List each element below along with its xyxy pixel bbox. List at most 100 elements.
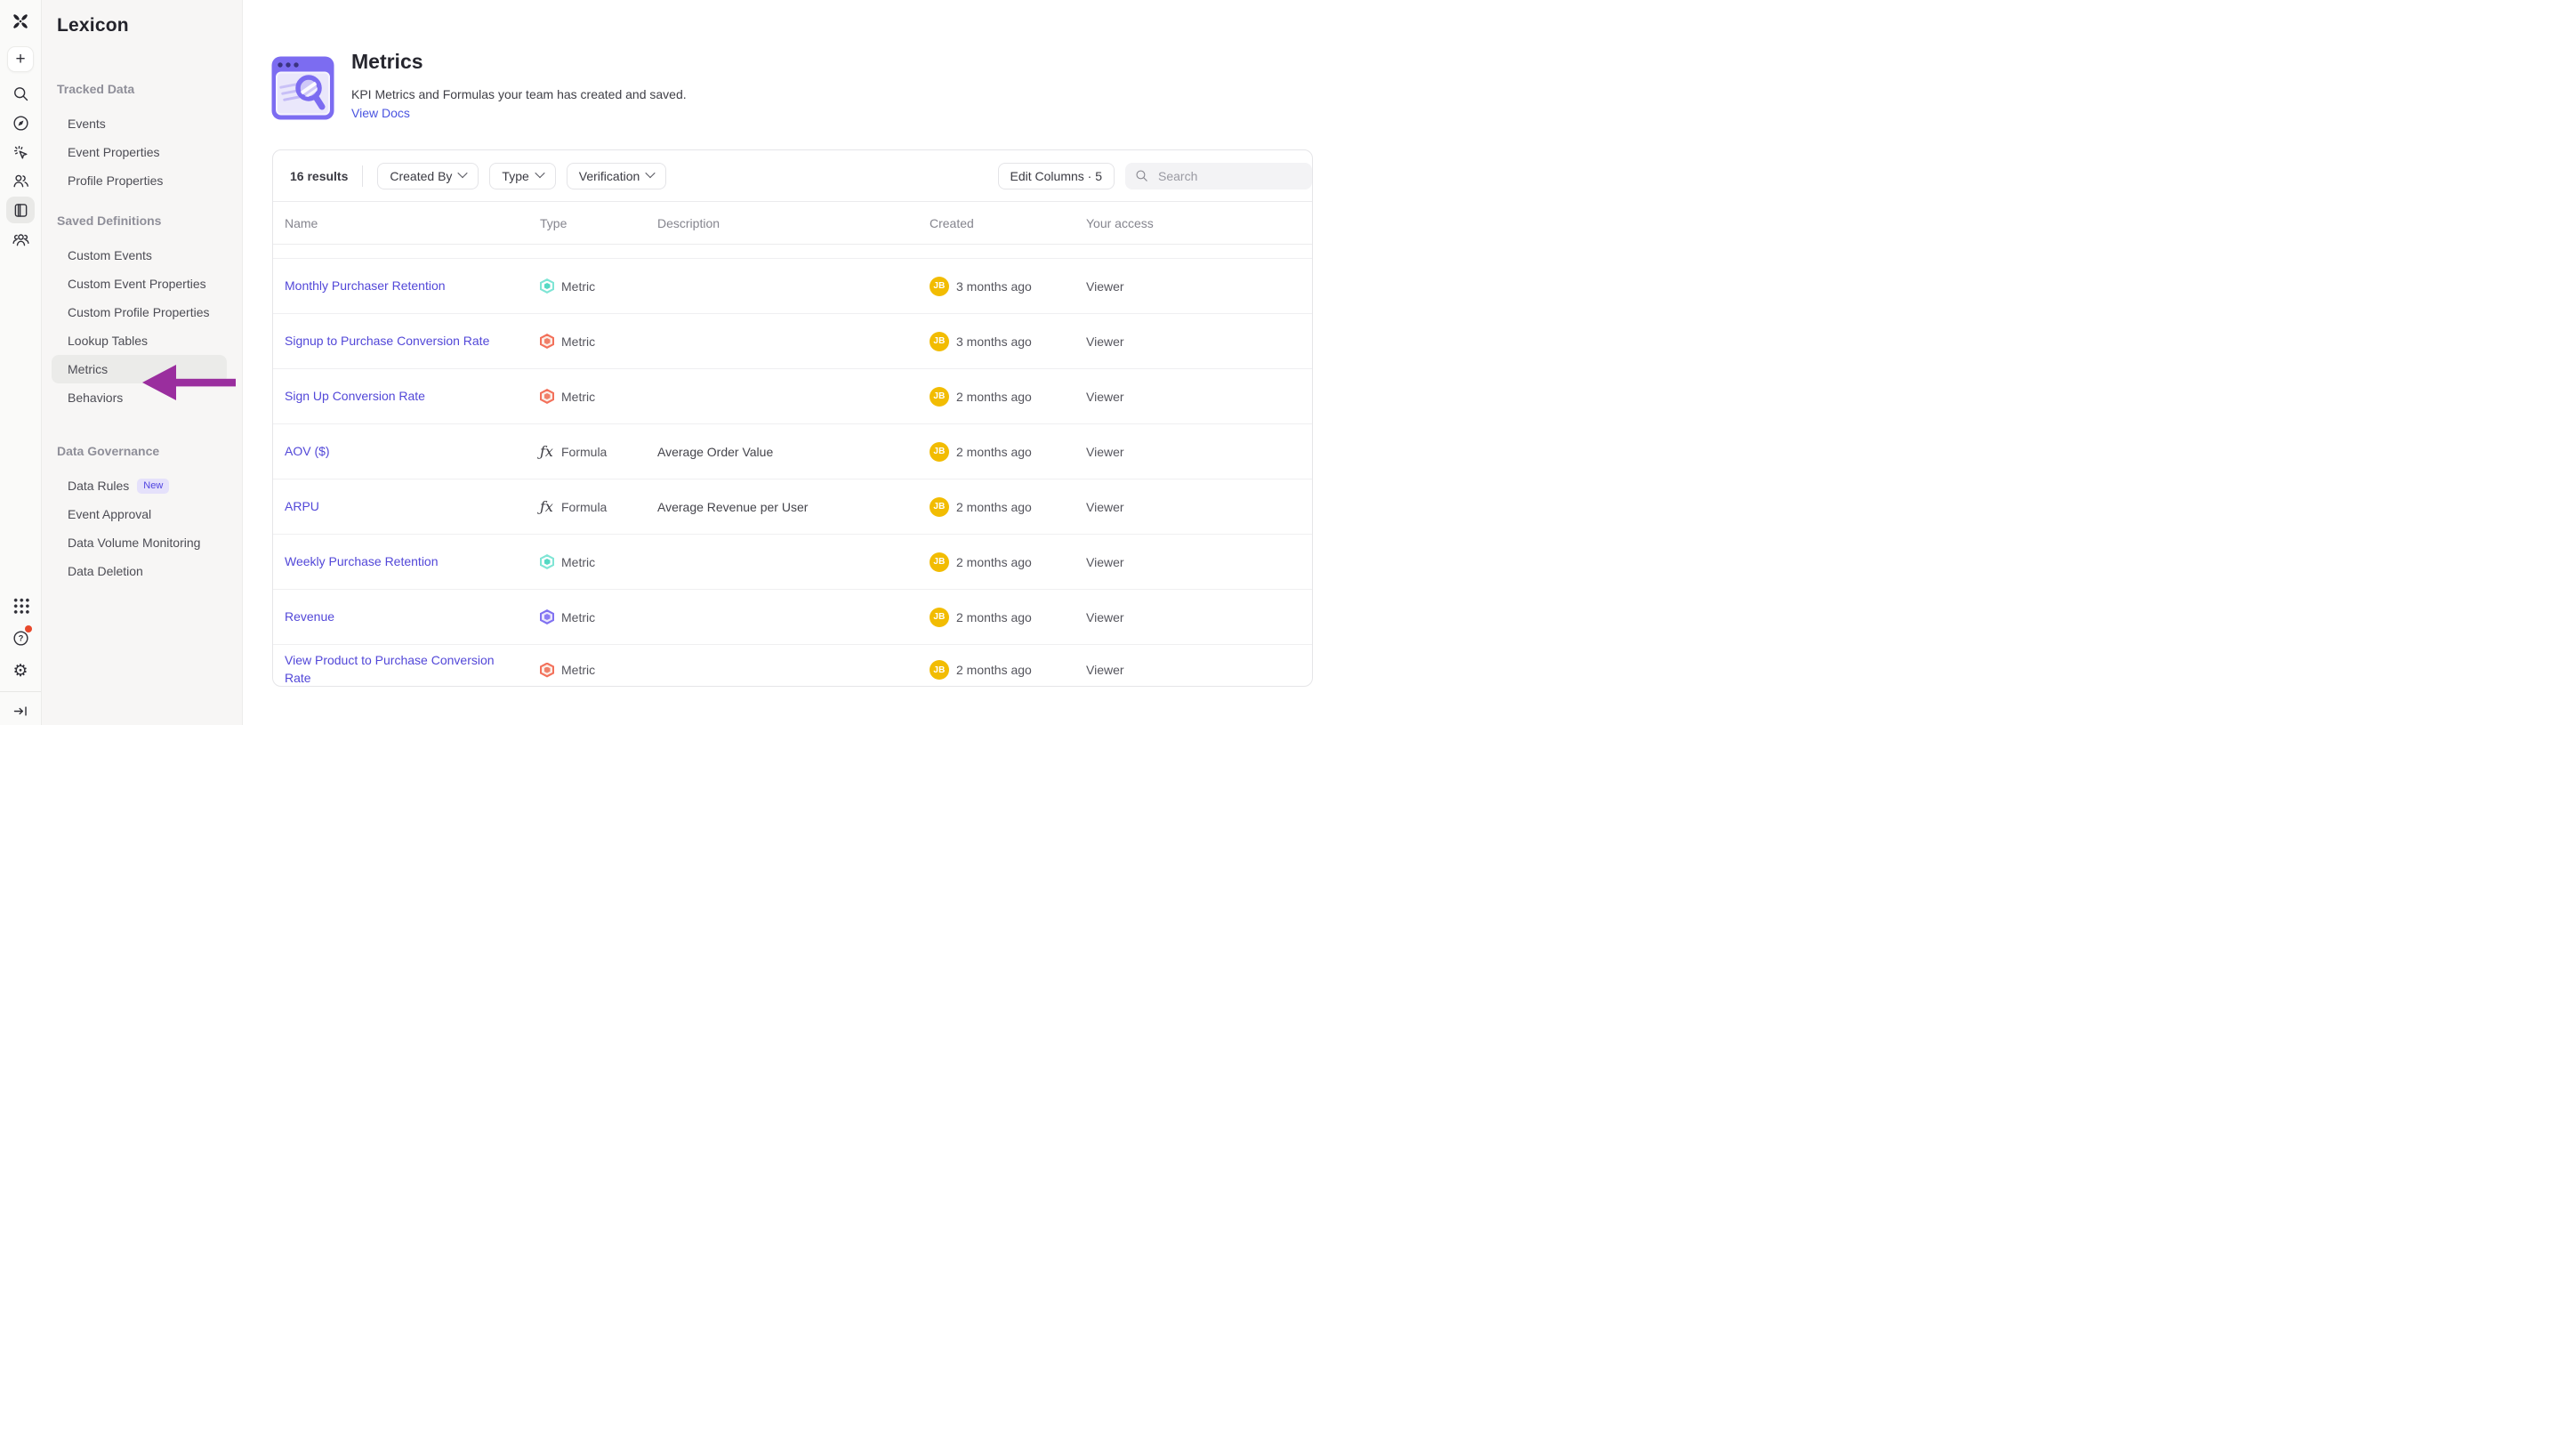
access-level: Viewer bbox=[1086, 279, 1312, 294]
sidebar-item-custom-events[interactable]: Custom Events bbox=[52, 241, 227, 270]
metric-name-link[interactable]: Weekly Purchase Retention bbox=[285, 554, 439, 568]
sidebar-item-data-volume-monitoring[interactable]: Data Volume Monitoring bbox=[52, 528, 227, 557]
section-saved-definitions: Saved Definitions Custom Events Custom E… bbox=[41, 212, 242, 412]
rail-divider bbox=[0, 691, 41, 692]
sidebar-item-metrics[interactable]: Metrics bbox=[52, 355, 227, 383]
table-row[interactable]: View Product to Purchase Conversion Rate… bbox=[273, 645, 1312, 687]
avatar: JB bbox=[930, 277, 949, 296]
avatar: JB bbox=[930, 497, 949, 517]
avatar: JB bbox=[930, 387, 949, 407]
filter-verification-button[interactable]: Verification bbox=[567, 163, 666, 189]
table-row[interactable]: Sign Up Conversion Rate ƒxMetric JB2 mon… bbox=[273, 369, 1312, 424]
sidebar-item-profile-properties[interactable]: Profile Properties bbox=[52, 166, 227, 195]
section-header-tracked-data: Tracked Data bbox=[41, 80, 242, 98]
metric-name-link[interactable]: Revenue bbox=[285, 609, 334, 624]
created-time: 2 months ago bbox=[956, 500, 1032, 514]
metric-hexagon-icon: ƒx bbox=[540, 554, 554, 569]
page-subtitle: KPI Metrics and Formulas your team has c… bbox=[351, 87, 687, 101]
lexicon-sidebar: Lexicon Tracked Data Events Event Proper… bbox=[41, 0, 243, 725]
column-header-name: Name bbox=[285, 216, 540, 230]
section-header-data-governance: Data Governance bbox=[41, 442, 242, 460]
access-level: Viewer bbox=[1086, 445, 1312, 459]
table-row[interactable]: Revenue ƒxMetric JB2 months ago Viewer bbox=[273, 590, 1312, 645]
compass-icon[interactable] bbox=[11, 113, 30, 133]
table-row[interactable]: Signup to Purchase Conversion Rate ƒxMet… bbox=[273, 314, 1312, 369]
collapse-sidebar-icon[interactable] bbox=[11, 701, 30, 721]
search-input[interactable] bbox=[1156, 168, 1293, 184]
filter-type-button[interactable]: Type bbox=[489, 163, 555, 189]
table-row[interactable]: Monthly Purchaser Retention ƒxMetric JB3… bbox=[273, 259, 1312, 314]
type-label: Metric bbox=[561, 390, 595, 404]
icon-rail: + ? ⚙ bbox=[0, 0, 42, 725]
sidebar-item-event-approval[interactable]: Event Approval bbox=[52, 500, 227, 528]
avatar: JB bbox=[930, 552, 949, 572]
access-level: Viewer bbox=[1086, 610, 1312, 624]
type-label: Metric bbox=[561, 279, 595, 294]
new-badge: New bbox=[137, 479, 169, 494]
sidebar-item-event-properties[interactable]: Event Properties bbox=[52, 138, 227, 166]
filter-label: Type bbox=[502, 169, 528, 183]
create-plus-button[interactable]: + bbox=[7, 46, 34, 72]
formula-fx-icon: ƒx bbox=[540, 499, 554, 514]
three-users-icon[interactable] bbox=[11, 230, 30, 249]
table-row[interactable]: ARPU ƒxFormula Average Revenue per User … bbox=[273, 479, 1312, 535]
view-docs-link[interactable]: View Docs bbox=[351, 106, 410, 120]
search-icon[interactable] bbox=[11, 84, 30, 103]
help-icon[interactable]: ? bbox=[11, 628, 30, 648]
lexicon-book-icon[interactable] bbox=[11, 200, 30, 220]
metric-name-link[interactable]: Signup to Purchase Conversion Rate bbox=[285, 334, 489, 348]
metric-name-link[interactable]: AOV ($) bbox=[285, 444, 330, 458]
chevron-down-icon bbox=[646, 168, 656, 178]
toolbar-divider bbox=[362, 165, 363, 187]
avatar: JB bbox=[930, 332, 949, 351]
access-level: Viewer bbox=[1086, 500, 1312, 514]
created-time: 2 months ago bbox=[956, 610, 1032, 624]
sidebar-item-custom-profile-properties[interactable]: Custom Profile Properties bbox=[52, 298, 227, 326]
results-count: 16 results bbox=[290, 169, 348, 183]
metric-name-link[interactable]: View Product to Purchase Conversion Rate bbox=[285, 653, 495, 685]
formula-fx-icon: ƒx bbox=[540, 444, 554, 459]
search-box[interactable] bbox=[1125, 163, 1312, 189]
two-users-icon[interactable] bbox=[11, 171, 30, 190]
column-header-your-access: Your access bbox=[1086, 216, 1312, 230]
sidebar-item-custom-event-properties[interactable]: Custom Event Properties bbox=[52, 270, 227, 298]
chevron-down-icon bbox=[535, 168, 544, 178]
access-level: Viewer bbox=[1086, 390, 1312, 404]
created-time: 2 months ago bbox=[956, 663, 1032, 677]
sidebar-item-data-deletion[interactable]: Data Deletion bbox=[52, 557, 227, 585]
filter-label: Verification bbox=[579, 169, 640, 183]
type-label: Formula bbox=[561, 500, 607, 514]
section-data-governance: Data Governance Data Rules New Event App… bbox=[41, 442, 242, 585]
table-row[interactable]: AOV ($) ƒxFormula Average Order Value JB… bbox=[273, 424, 1312, 479]
column-header-created: Created bbox=[930, 216, 1086, 230]
search-icon bbox=[1134, 168, 1149, 183]
metric-name-link[interactable]: ARPU bbox=[285, 499, 319, 513]
svg-text:?: ? bbox=[18, 633, 23, 642]
page-title: Metrics bbox=[351, 50, 423, 74]
edit-columns-button[interactable]: Edit Columns · 5 bbox=[998, 163, 1115, 189]
type-label: Metric bbox=[561, 663, 595, 677]
metric-name-link[interactable]: Monthly Purchaser Retention bbox=[285, 278, 446, 293]
sidebar-item-events[interactable]: Events bbox=[52, 109, 227, 138]
sidebar-item-data-rules[interactable]: Data Rules New bbox=[52, 471, 227, 500]
metric-name-link[interactable]: Sign Up Conversion Rate bbox=[285, 389, 425, 403]
settings-gear-icon[interactable]: ⚙ bbox=[11, 661, 30, 681]
created-time: 2 months ago bbox=[956, 555, 1032, 569]
column-header-description: Description bbox=[657, 216, 930, 230]
apps-grid-icon[interactable] bbox=[11, 595, 30, 615]
filter-created-by-button[interactable]: Created By bbox=[377, 163, 479, 189]
filter-label: Created By bbox=[390, 169, 452, 183]
sidebar-item-label: Data Rules bbox=[68, 479, 129, 493]
created-time: 2 months ago bbox=[956, 445, 1032, 459]
metric-hexagon-icon: ƒx bbox=[540, 334, 554, 349]
sidebar-item-lookup-tables[interactable]: Lookup Tables bbox=[52, 326, 227, 355]
table-row[interactable]: Weekly Purchase Retention ƒxMetric JB2 m… bbox=[273, 535, 1312, 590]
created-time: 3 months ago bbox=[956, 334, 1032, 349]
access-level: Viewer bbox=[1086, 663, 1312, 677]
sidebar-item-behaviors[interactable]: Behaviors bbox=[52, 383, 227, 412]
mixpanel-logo-icon[interactable] bbox=[11, 12, 30, 31]
chevron-down-icon bbox=[458, 168, 468, 178]
type-label: Formula bbox=[561, 445, 607, 459]
metrics-illustration bbox=[271, 56, 334, 120]
cursor-click-icon[interactable] bbox=[11, 142, 30, 162]
